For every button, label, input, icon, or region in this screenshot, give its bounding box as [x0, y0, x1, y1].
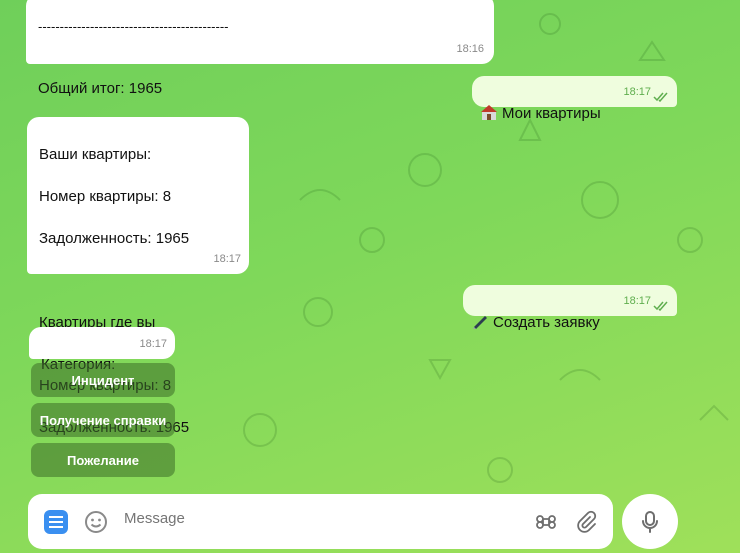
menu-icon — [49, 516, 63, 528]
info-line: Номер квартиры: 8 — [39, 188, 172, 205]
keyboard-button-suggestion[interactable]: Пожелание — [31, 443, 175, 477]
read-checkmarks-icon — [653, 92, 668, 102]
message-time: 18:16 — [456, 43, 484, 55]
message-time: 18:17 — [139, 338, 167, 350]
message-input[interactable] — [124, 510, 504, 527]
read-checkmarks-icon — [653, 301, 668, 311]
message-time: 18:17 — [623, 295, 651, 307]
message-divider: ----------------------------------------… — [38, 19, 229, 34]
keyboard-button-incident[interactable]: Инцидент — [31, 363, 175, 397]
message-text: Создать заявку — [493, 314, 600, 331]
attach-icon[interactable] — [574, 510, 598, 534]
message-apartments-info: Ваши квартиры: Номер квартиры: 8 Задолже… — [27, 117, 249, 436]
emoji-icon[interactable] — [84, 510, 108, 534]
keyboard-button-certificate[interactable]: Получение справки — [31, 403, 175, 437]
message-create-request: Создать заявку 18:17 — [463, 285, 677, 331]
info-line: Ваши квартиры: — [39, 146, 152, 163]
info-line — [39, 270, 203, 291]
message-my-apartments: Мои квартиры 18:17 — [472, 76, 677, 122]
voice-record-button[interactable] — [622, 494, 678, 549]
microphone-icon — [642, 510, 658, 533]
command-icon[interactable] — [534, 510, 558, 534]
message-category: Категория: 18:17 — [29, 327, 175, 373]
pen-emoji-icon — [473, 316, 487, 329]
message-text: Общий итог: 1965 — [38, 80, 163, 97]
bot-menu-button[interactable] — [44, 510, 68, 534]
info-line: Задолженность: 1965 — [39, 230, 190, 247]
house-emoji-icon — [481, 105, 497, 120]
message-text: Мои квартиры — [502, 105, 601, 122]
message-time: 18:17 — [213, 253, 241, 265]
message-time: 18:17 — [623, 86, 651, 98]
message-total: ----------------------------------------… — [26, 0, 494, 97]
message-composer — [28, 494, 613, 549]
